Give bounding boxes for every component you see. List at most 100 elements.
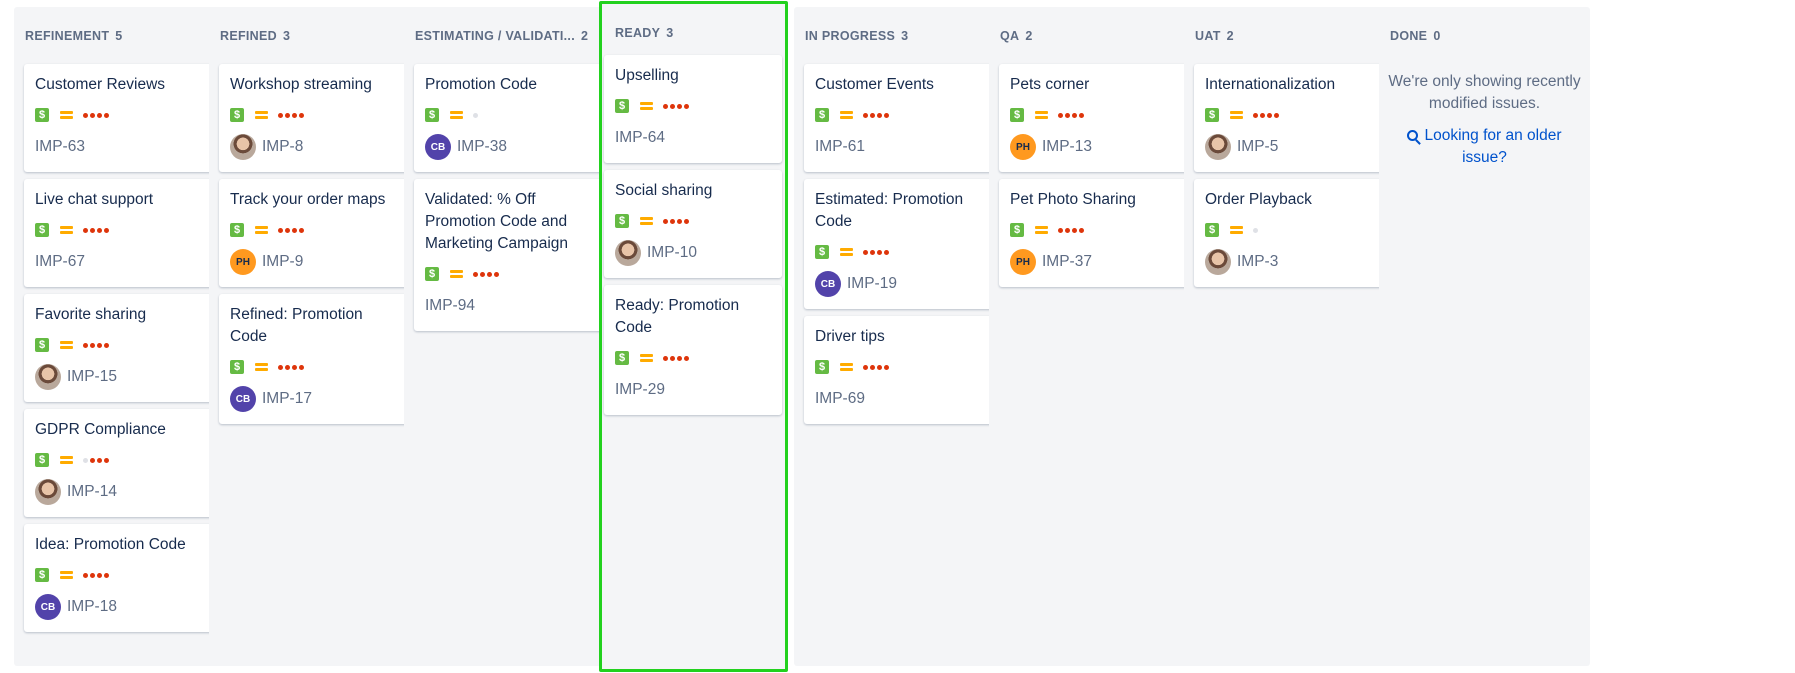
issue-key[interactable]: IMP-67 (35, 253, 85, 271)
issue-card[interactable]: Favorite sharing $ IMP-15 (24, 294, 219, 402)
story-point-dot (90, 112, 95, 118)
issue-key[interactable]: IMP-64 (615, 129, 665, 147)
card-footer: IMP-67 (35, 249, 209, 275)
story-point-dot (90, 457, 95, 463)
story-point-dot (863, 112, 868, 118)
column-issue-count: 2 (1226, 29, 1234, 43)
avatar[interactable] (1205, 249, 1231, 275)
column-ready[interactable]: READY 3 Upselling $ IMP-64 Social sharing $ IMP… (599, 1, 788, 672)
avatar[interactable] (615, 240, 641, 266)
story-point-dot (663, 355, 668, 361)
column-qa[interactable]: QA 2 Pets corner $ PH IMP-13 Pet Photo Sharing… (989, 7, 1200, 666)
column-title: ESTIMATING / VALIDATI... (415, 29, 575, 43)
column-estimating-validati[interactable]: ESTIMATING / VALIDATI... 2 Promotion Code $… (404, 7, 615, 666)
story-icon: $ (35, 568, 49, 582)
issue-card[interactable]: Order Playback $ IMP-3 (1194, 179, 1389, 287)
issue-key[interactable]: IMP-69 (815, 390, 865, 408)
story-icon: $ (815, 360, 829, 374)
issue-key[interactable]: IMP-5 (1237, 138, 1278, 156)
issue-key[interactable]: IMP-13 (1042, 138, 1092, 156)
issue-key[interactable]: IMP-37 (1042, 253, 1092, 271)
story-point-dot (104, 112, 109, 118)
card-icons-row: $ (815, 357, 989, 377)
avatar[interactable]: PH (230, 249, 256, 275)
card-list: Customer Reviews $ IMP-63 Live chat support… (24, 64, 219, 639)
issue-card[interactable]: Customer Events $ IMP-61 (804, 64, 999, 172)
issue-card[interactable]: Pet Photo Sharing $ PH IMP-37 (999, 179, 1194, 287)
issue-key[interactable]: IMP-29 (615, 381, 665, 399)
issue-key[interactable]: IMP-18 (67, 598, 117, 616)
medium-priority-icon (1230, 225, 1243, 235)
issue-key[interactable]: IMP-14 (67, 483, 117, 501)
column-refined[interactable]: REFINED 3 Workshop streaming $ IMP-8 Track yo… (209, 7, 420, 666)
issue-summary: Favorite sharing (35, 306, 147, 323)
issue-card[interactable]: Ready: Promotion Code $ IMP-29 (604, 285, 782, 415)
story-point-dot (1065, 227, 1070, 233)
issue-card[interactable]: Live chat support $ IMP-67 (24, 179, 219, 287)
column-done[interactable]: DONE 0 We're only showing recently modifie… (1379, 7, 1590, 666)
avatar[interactable]: PH (1010, 134, 1036, 160)
issue-card[interactable]: GDPR Compliance $ IMP-14 (24, 409, 219, 517)
issue-card[interactable]: Customer Reviews $ IMP-63 (24, 64, 219, 172)
avatar[interactable] (1205, 134, 1231, 160)
column-header: ESTIMATING / VALIDATI... 2 (415, 29, 607, 43)
issue-card[interactable]: Estimated: Promotion Code $ CB IMP-19 (804, 179, 999, 309)
issue-card[interactable]: Promotion Code $ CB IMP-38 (414, 64, 609, 172)
empty-column-message: We're only showing recently modified iss… (1388, 73, 1581, 112)
issue-key[interactable]: IMP-9 (262, 253, 303, 271)
issue-card[interactable]: Driver tips $ IMP-69 (804, 316, 999, 424)
avatar[interactable]: CB (425, 134, 451, 160)
column-refinement[interactable]: REFINEMENT 5 Customer Reviews $ IMP-63 Live c… (14, 7, 225, 666)
issue-key[interactable]: IMP-3 (1237, 253, 1278, 271)
medium-priority-icon (60, 455, 73, 465)
issue-summary: Workshop streaming (230, 76, 372, 93)
avatar[interactable] (230, 134, 256, 160)
story-point-dot (83, 342, 88, 348)
column-uat[interactable]: UAT 2 Internationalization $ IMP-5 Order Play… (1184, 7, 1395, 666)
column-title: REFINED (220, 29, 277, 43)
avatar[interactable] (35, 479, 61, 505)
story-point-dot (684, 355, 689, 361)
medium-priority-icon (450, 110, 463, 120)
story-points-dots (83, 227, 109, 233)
issue-key[interactable]: IMP-10 (647, 244, 697, 262)
story-icon: $ (35, 453, 49, 467)
avatar[interactable]: CB (35, 594, 61, 620)
story-point-dot (884, 112, 889, 118)
issue-key[interactable]: IMP-61 (815, 138, 865, 156)
issue-card[interactable]: Idea: Promotion Code $ CB IMP-18 (24, 524, 219, 632)
avatar[interactable] (35, 364, 61, 390)
story-point-dot (1267, 112, 1272, 118)
issue-card[interactable]: Validated: % Off Promotion Code and Mark… (414, 179, 609, 331)
medium-priority-icon (640, 353, 653, 363)
issue-key[interactable]: IMP-17 (262, 390, 312, 408)
issue-card[interactable]: Pets corner $ PH IMP-13 (999, 64, 1194, 172)
card-icons-row: $ (35, 105, 209, 125)
story-point-dot (870, 249, 875, 255)
issue-key[interactable]: IMP-15 (67, 368, 117, 386)
issue-card[interactable]: Social sharing $ IMP-10 (604, 170, 782, 278)
search-icon (1407, 130, 1419, 141)
avatar[interactable]: CB (230, 386, 256, 412)
card-footer: PH IMP-9 (230, 249, 404, 275)
story-point-dot (90, 227, 95, 233)
issue-card[interactable]: Track your order maps $ PH IMP-9 (219, 179, 414, 287)
story-point-dot (1253, 112, 1258, 118)
issue-card[interactable]: Upselling $ IMP-64 (604, 55, 782, 163)
issue-card[interactable]: Workshop streaming $ IMP-8 (219, 64, 414, 172)
column-issue-count: 2 (580, 29, 589, 43)
avatar[interactable]: CB (815, 271, 841, 297)
older-issue-search-link[interactable]: Looking for an older issue? (1393, 125, 1576, 169)
avatar[interactable]: PH (1010, 249, 1036, 275)
card-footer: CB IMP-19 (815, 271, 989, 297)
story-icon: $ (615, 214, 629, 228)
issue-key[interactable]: IMP-8 (262, 138, 303, 156)
issue-card[interactable]: Refined: Promotion Code $ CB IMP-17 (219, 294, 414, 424)
issue-card[interactable]: Internationalization $ IMP-5 (1194, 64, 1389, 172)
issue-key[interactable]: IMP-63 (35, 138, 85, 156)
issue-key[interactable]: IMP-94 (425, 297, 475, 315)
issue-key[interactable]: IMP-19 (847, 275, 897, 293)
issue-key[interactable]: IMP-38 (457, 138, 507, 156)
card-footer: IMP-15 (35, 364, 209, 390)
column-in-progress[interactable]: IN PROGRESS 3 Customer Events $ IMP-61 Estima… (794, 7, 1005, 666)
